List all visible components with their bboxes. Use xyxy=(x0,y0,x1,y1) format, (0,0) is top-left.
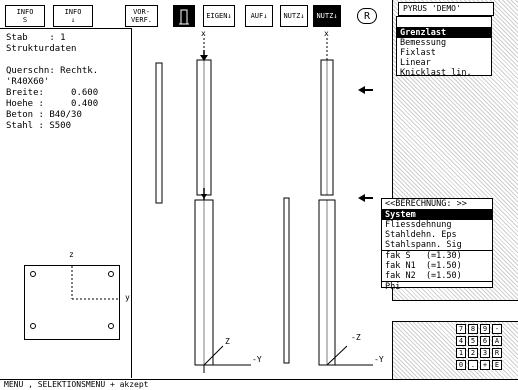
structure-canvas xyxy=(155,38,373,373)
panel-line-name: 'R40X60' xyxy=(6,77,50,87)
axis-y-label-2: -Y xyxy=(374,355,384,364)
menu-item-linear[interactable]: Linear xyxy=(397,58,491,68)
vorverf-sub: VERF. xyxy=(130,16,153,24)
panel-line-breite: Breite: 0.600 xyxy=(6,88,99,98)
section-z-label: z xyxy=(69,250,74,259)
cross-section-preview xyxy=(24,258,123,340)
panel-line-struktur: Strukturdaten xyxy=(6,44,77,54)
key-0[interactable]: 0 xyxy=(456,360,466,370)
key-5[interactable]: 5 xyxy=(468,336,478,346)
eigen-label: EIGEN↓ xyxy=(206,12,232,20)
status-text: MENU , SELEKTIONSMENU + akzept xyxy=(4,380,149,389)
right-blank-panel xyxy=(392,300,518,322)
section-y-label: y xyxy=(125,293,130,302)
axis-z-label-2: -Z xyxy=(351,333,361,342)
key-a[interactable]: A xyxy=(492,336,502,346)
key-r[interactable]: R xyxy=(492,348,502,358)
auf-label: AUF↓ xyxy=(250,12,268,20)
key-2[interactable]: 2 xyxy=(468,348,478,358)
eigen-button[interactable]: EIGEN↓ xyxy=(203,5,235,27)
key-6[interactable]: 6 xyxy=(480,336,490,346)
auf-button[interactable]: AUF↓ xyxy=(245,5,273,27)
panel-line-querschn: Querschn: Rechtk. xyxy=(6,66,99,76)
axis-y-label-1: -Y xyxy=(252,355,262,364)
key-3[interactable]: 3 xyxy=(480,348,490,358)
pyrus-label: PYRUS 'DEMO' xyxy=(403,4,461,13)
menu-item-grenzlast[interactable]: Grenzlast xyxy=(397,28,491,38)
panel-line-beton: Beton : B40/30 xyxy=(6,110,82,120)
horizontal-load-arrow-top xyxy=(358,86,373,94)
submenu-item-fak-n1[interactable]: fak N1 (=1.50) xyxy=(382,261,492,271)
key-e[interactable]: E xyxy=(492,360,502,370)
top-x-label-1: x xyxy=(201,29,206,38)
panel-line-stahl: Stahl : S500 xyxy=(6,121,72,131)
menu-item-bemessung[interactable]: Bemessung xyxy=(397,38,491,48)
pyrus-banner: PYRUS 'DEMO' xyxy=(398,2,494,16)
info-arrow-sub: ↓ xyxy=(70,16,76,24)
mouse-cursor-icon xyxy=(457,209,463,218)
load-bar-1 xyxy=(155,62,163,204)
vorverf-label: VOR- xyxy=(133,8,150,16)
info-arrow-button[interactable]: INFO ↓ xyxy=(53,5,93,27)
key-9[interactable]: 9 xyxy=(480,324,490,334)
cross-section-drawing xyxy=(30,258,123,329)
column-icon xyxy=(179,9,189,25)
axis-z-label-1: Z xyxy=(225,337,230,346)
submenu-item-fliessdehnung[interactable]: Fliessdehnung xyxy=(382,220,492,230)
info-arrow-label: INFO xyxy=(64,8,82,16)
submenu-item-stahlspann[interactable]: Stahlspann. Sig xyxy=(382,240,492,251)
panel-line-stab: Stab : 1 xyxy=(6,33,66,43)
berechnung-submenu: <<BERECHNUNG: >> System Fliessdehnung St… xyxy=(381,198,493,292)
menu-item-knicklast[interactable]: Knicklast lin. xyxy=(397,68,491,78)
key-1[interactable]: 1 xyxy=(456,348,466,358)
submenu-item-fak-n2[interactable]: fak N2 (=1.50) xyxy=(382,271,492,282)
berechnung-menu-header[interactable]: ×BERECHNUNG xyxy=(397,17,491,37)
info-s-button[interactable]: INFO S xyxy=(5,5,45,27)
numeric-keypad: 7 8 9 - 4 5 6 A 1 2 3 R 0 . + E xyxy=(456,324,518,370)
nutz1-label: NUTZ↓ xyxy=(283,12,305,20)
load-bar-2 xyxy=(283,197,290,364)
nutz2-label: NUTZ↓ xyxy=(316,12,338,20)
panel-line-hoehe: Hoehe : 0.400 xyxy=(6,99,99,109)
top-x-label-2: x xyxy=(324,29,329,38)
r-label: R xyxy=(363,11,371,22)
vorverf-button[interactable]: VOR- VERF. xyxy=(125,5,158,27)
menu-item-fixlast[interactable]: Fixlast xyxy=(397,48,491,58)
info-s-sub: S xyxy=(22,16,28,24)
r-button[interactable]: R xyxy=(357,8,377,24)
horizontal-load-arrow-mid xyxy=(358,194,373,202)
column-icon-button[interactable] xyxy=(173,5,195,27)
key-4[interactable]: 4 xyxy=(456,336,466,346)
submenu-item-fak-s[interactable]: fak S (=1.30) xyxy=(382,251,492,261)
key-7[interactable]: 7 xyxy=(456,324,466,334)
info-s-label: INFO xyxy=(16,8,34,16)
key-plus[interactable]: + xyxy=(480,360,490,370)
status-bar: MENU , SELEKTIONSMENU + akzept xyxy=(0,379,518,389)
submenu-item-stahldehn[interactable]: Stahldehn. Eps xyxy=(382,230,492,240)
key-minus[interactable]: - xyxy=(492,324,502,334)
submenu-header: <<BERECHNUNG: >> xyxy=(382,199,492,210)
submenu-item-phi[interactable]: Phi xyxy=(382,282,492,292)
submenu-item-system[interactable]: System xyxy=(382,210,492,220)
nutz1-button[interactable]: NUTZ↓ xyxy=(280,5,308,27)
nutz2-button[interactable]: NUTZ↓ xyxy=(313,5,341,27)
key-8[interactable]: 8 xyxy=(468,324,478,334)
berechnung-menu: ×BERECHNUNG Grenzlast Bemessung Fixlast … xyxy=(396,16,492,78)
key-dot[interactable]: . xyxy=(468,360,478,370)
